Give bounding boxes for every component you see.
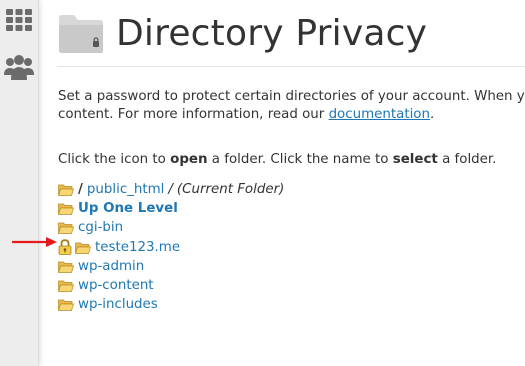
current-folder-label: (Current Folder) [176,182,285,197]
folder-list: / public_html / (Current Folder) Up One … [58,180,284,314]
lock-icon [58,239,72,255]
folder-lock-icon [59,15,103,53]
current-path-row: / public_html / (Current Folder) [58,180,284,199]
page-title: Directory Privacy [116,12,428,54]
public-html-link[interactable]: public_html [87,182,165,197]
open-folder-icon[interactable] [75,241,91,254]
documentation-link[interactable]: documentation [329,107,430,122]
open-folder-icon[interactable] [58,260,74,273]
page-header: Directory Privacy [57,8,427,58]
hint-open: open [170,152,208,167]
intro-text: Set a password to protect certain direct… [58,88,525,124]
title-divider [57,66,525,67]
folder-link-wp-content[interactable]: wp-content [78,278,154,293]
intro-period: . [429,107,435,122]
folder-link-wp-includes[interactable]: wp-includes [78,297,158,312]
folder-row-wp-includes: wp-includes [58,295,284,314]
intro-line-2: content. For more information, read our … [58,106,525,124]
hint-text-3: a folder. [437,152,497,167]
open-folder-icon[interactable] [58,298,74,311]
folder-row-cgi-bin: cgi-bin [58,218,284,237]
path-slash: / [168,182,173,197]
hint-select: select [392,152,438,167]
folder-link-cgi-bin[interactable]: cgi-bin [78,220,123,235]
main-content: Directory Privacy Set a password to prot… [42,0,525,366]
folder-row-wp-content: wp-content [58,276,284,295]
up-one-level-link[interactable]: Up One Level [78,201,178,216]
apps-grid-button[interactable] [0,0,38,40]
open-folder-icon[interactable] [58,202,74,215]
intro-line-1: Set a password to protect certain direct… [58,89,525,104]
open-folder-icon[interactable] [58,221,74,234]
folder-row-up-one-level: Up One Level [58,199,284,218]
folder-link-wp-admin[interactable]: wp-admin [78,259,144,274]
folder-row-wp-admin: wp-admin [58,257,284,276]
instructions-text: Click the icon to open a folder. Click t… [58,152,496,167]
open-folder-icon[interactable] [58,279,74,292]
intro-line-2-text: content. For more information, read our [58,107,329,122]
hint-text-2: a folder. Click the name to [207,152,393,167]
users-icon [4,55,34,80]
left-rail [0,0,39,366]
root-slash: / [78,182,83,197]
users-button[interactable] [0,48,38,88]
hint-text-1: Click the icon to [58,152,171,167]
apps-grid-icon [6,9,32,31]
red-arrow-icon [12,237,57,247]
folder-row-teste123: teste123.me [58,237,284,257]
open-folder-icon[interactable] [58,183,74,196]
folder-link-teste123[interactable]: teste123.me [95,240,180,255]
